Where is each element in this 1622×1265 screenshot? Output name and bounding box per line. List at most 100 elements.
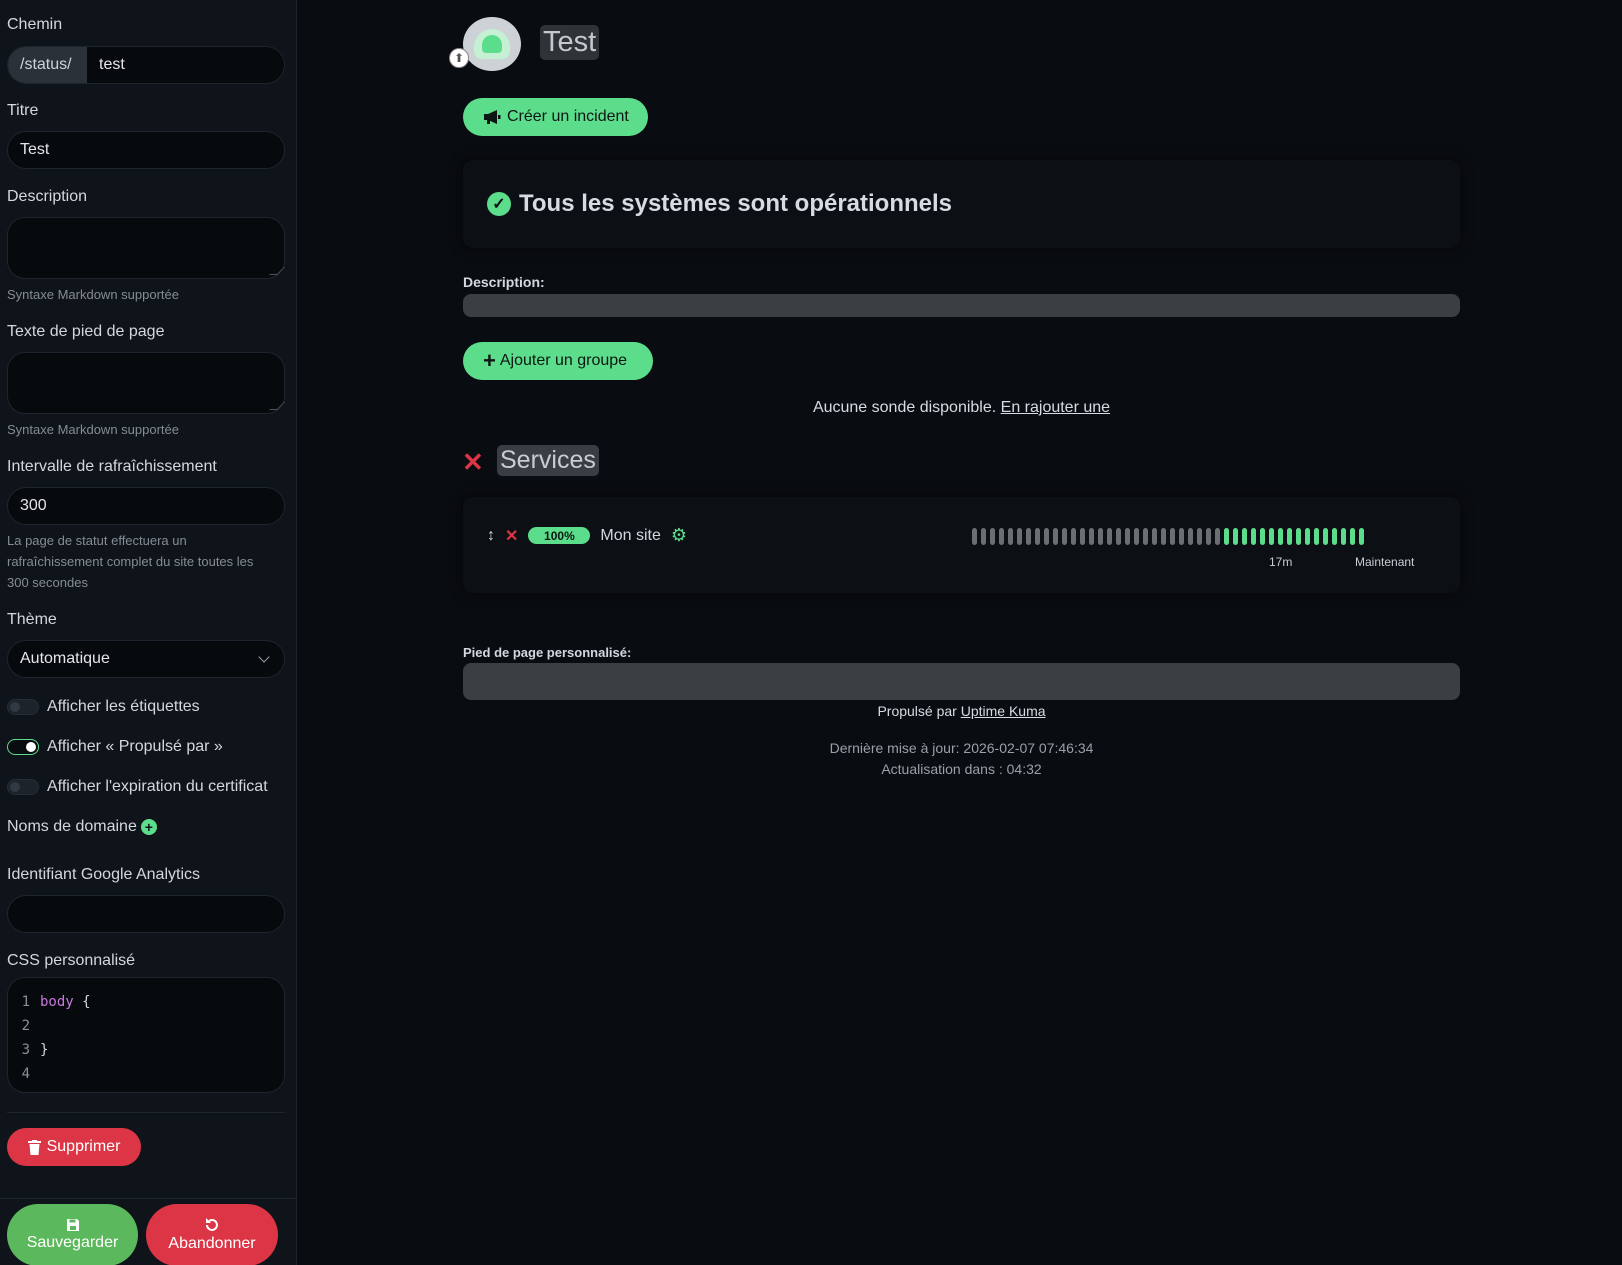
- discard-button[interactable]: Abandonner: [146, 1204, 278, 1265]
- drag-handle-icon[interactable]: ↕: [487, 527, 495, 545]
- heartbeat-tick: [1134, 528, 1139, 545]
- heartbeat-tick: [1116, 528, 1121, 545]
- status-page-preview: ⬆ Test Créer un incident ✓ Tous les syst…: [297, 0, 1622, 1265]
- resize-handle[interactable]: [269, 402, 285, 410]
- heartbeat-tick: [1161, 528, 1166, 545]
- heartbeat-tick: [1170, 528, 1175, 545]
- domain-names-row: Noms de domaine +: [7, 818, 157, 836]
- custom-footer-heading: Pied de page personnalisé:: [463, 645, 632, 660]
- toggle-show-tags[interactable]: Afficher les étiquettes: [7, 698, 200, 716]
- description-label: Description: [7, 188, 88, 205]
- heartbeat-tick: [1314, 528, 1319, 545]
- heartbeat-tick: [999, 528, 1004, 545]
- description-editable-area[interactable]: [463, 294, 1460, 317]
- heartbeat-tick: [1269, 528, 1274, 545]
- heartbeat-tick: [981, 528, 986, 545]
- heartbeat-tick: [990, 528, 995, 545]
- heartbeat-start-time: 17m: [1269, 555, 1293, 569]
- no-monitor-text: Aucune sonde disponible.: [812, 399, 997, 416]
- status-page-logo[interactable]: [463, 17, 521, 71]
- path-prefix: /status/: [8, 47, 87, 83]
- floppy-icon: [66, 1219, 79, 1231]
- heartbeat-tick: [1035, 528, 1040, 545]
- description-heading: Description:: [463, 274, 545, 290]
- page-title[interactable]: Test: [540, 25, 600, 60]
- add-domain-icon[interactable]: +: [140, 818, 157, 835]
- title-label: Titre: [7, 102, 39, 119]
- heartbeat-tick: [1026, 528, 1031, 545]
- toggle-show-cert-expiry[interactable]: Afficher l'expiration du certificat: [7, 778, 268, 796]
- upload-icon[interactable]: ⬆: [449, 48, 469, 68]
- heartbeat-tick: [1044, 528, 1049, 545]
- toggle-label: Afficher les étiquettes: [47, 698, 200, 715]
- delete-button[interactable]: Supprimer: [7, 1128, 141, 1166]
- heartbeat-tick: [1098, 528, 1103, 545]
- save-button[interactable]: Sauvegarder: [7, 1204, 138, 1265]
- heartbeat-tick: [1260, 528, 1265, 545]
- code-line: 4: [21, 1066, 30, 1082]
- save-label: Sauvegarder: [26, 1234, 119, 1251]
- heartbeat-tick: [1089, 528, 1094, 545]
- uptime-kuma-link[interactable]: Uptime Kuma: [961, 703, 1046, 719]
- uptime-badge: 100%: [528, 527, 591, 544]
- heartbeat-tick: [1206, 528, 1211, 545]
- heartbeat-tick: [1233, 528, 1238, 545]
- heartbeat-tick: [1332, 528, 1337, 545]
- heartbeat-tick: [1125, 528, 1130, 545]
- heartbeat-tick: [1143, 528, 1148, 545]
- gear-icon[interactable]: ⚙: [671, 525, 687, 546]
- overall-status-card: ✓ Tous les systèmes sont opérationnels: [463, 160, 1460, 248]
- heartbeat-tick: [972, 528, 977, 545]
- monitor-row: ↕ ✕ 100% Mon site ⚙: [487, 525, 687, 546]
- path-label: Chemin: [7, 16, 63, 33]
- google-analytics-input[interactable]: [7, 895, 285, 933]
- remove-monitor-icon[interactable]: ✕: [505, 526, 518, 546]
- group-name[interactable]: Services: [497, 445, 599, 476]
- theme-select-value: Automatique: [20, 650, 110, 667]
- add-monitor-link[interactable]: En rajouter une: [1001, 399, 1110, 416]
- heartbeat-tick: [1278, 528, 1283, 545]
- create-incident-label: Créer un incident: [507, 108, 629, 125]
- heartbeat-end-time: Maintenant: [1355, 555, 1415, 569]
- theme-select[interactable]: Automatique: [7, 640, 285, 678]
- path-input[interactable]: test: [87, 47, 284, 83]
- heartbeat-tick: [1062, 528, 1067, 545]
- heartbeat-tick: [1341, 528, 1346, 545]
- google-analytics-label: Identifiant Google Analytics: [7, 866, 201, 883]
- create-incident-button[interactable]: Créer un incident: [463, 98, 648, 136]
- heartbeat-tick: [1251, 528, 1256, 545]
- switch[interactable]: [7, 739, 39, 755]
- add-group-button[interactable]: + Ajouter un groupe: [463, 342, 653, 380]
- code-line: 3}: [21, 1042, 49, 1058]
- switch[interactable]: [7, 699, 39, 715]
- check-circle-icon: ✓: [487, 192, 511, 216]
- resize-handle[interactable]: [269, 267, 285, 275]
- heartbeat-tick: [1296, 528, 1301, 545]
- powered-by-text: Propulsé par: [877, 703, 957, 719]
- description-hint: Syntaxe Markdown supportée: [7, 287, 179, 302]
- heartbeat-tick: [1107, 528, 1112, 545]
- toggle-show-powered-by[interactable]: Afficher « Propulsé par »: [7, 738, 223, 756]
- code-line: 2: [21, 1018, 30, 1034]
- heartbeat-tick: [1197, 528, 1202, 545]
- heartbeat-tick: [1224, 528, 1229, 545]
- heartbeat-tick: [1242, 528, 1247, 545]
- heartbeat-tick: [1008, 528, 1013, 545]
- description-textarea[interactable]: [7, 217, 285, 279]
- switch[interactable]: [7, 779, 39, 795]
- path-input-group[interactable]: /status/ test: [7, 46, 285, 84]
- title-input[interactable]: Test: [7, 131, 285, 169]
- custom-css-editor[interactable]: 1 body { 2 3} 4: [7, 977, 285, 1093]
- footer-text-label: Texte de pied de page: [7, 323, 165, 340]
- monitor-list-card: ↕ ✕ 100% Mon site ⚙ 17m Maintenant: [463, 497, 1460, 593]
- remove-group-icon[interactable]: ✕: [462, 449, 484, 475]
- divider: [7, 1112, 285, 1113]
- custom-footer-editable-area[interactable]: [463, 663, 1460, 700]
- footer-textarea[interactable]: [7, 352, 285, 414]
- no-monitor-message: Aucune sonde disponible. En rajouter une: [463, 399, 1460, 417]
- refresh-interval-input[interactable]: 300: [7, 487, 285, 525]
- toggle-label: Afficher « Propulsé par »: [47, 738, 223, 755]
- powered-by: Propulsé par Uptime Kuma: [463, 703, 1460, 719]
- custom-css-label: CSS personnalisé: [7, 952, 136, 969]
- heartbeat-tick: [1188, 528, 1193, 545]
